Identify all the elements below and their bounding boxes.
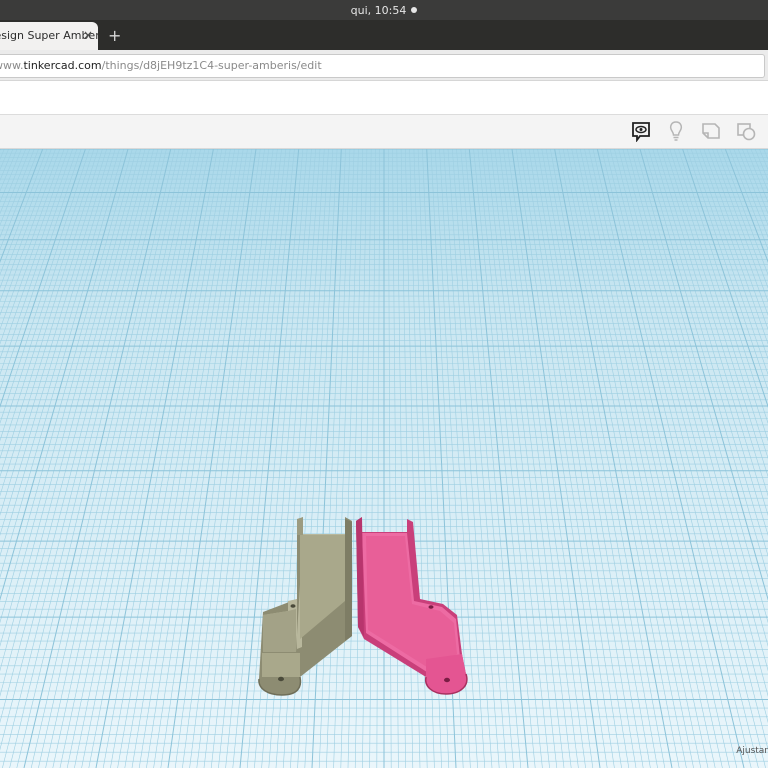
comment-eye-icon[interactable] <box>630 120 652 143</box>
tab-design[interactable]: Design Super Amberis × <box>0 22 98 50</box>
tab-close-icon[interactable]: × <box>83 28 93 42</box>
recording-dot-icon <box>411 7 418 13</box>
lightbulb-icon[interactable] <box>665 120 687 142</box>
system-top-bar: qui, 10:54 <box>0 0 768 20</box>
clock[interactable]: qui, 10:54 <box>351 4 407 17</box>
fit-view-hint[interactable]: Ajustar <box>736 746 768 756</box>
address-bar-area: www.tinkercad.com/things/d8jEH9tz1C4-sup… <box>0 50 768 81</box>
workplane-canvas[interactable]: Ajustar <box>0 149 768 768</box>
shape-note-icon[interactable] <box>700 120 722 142</box>
url-input[interactable]: www.tinkercad.com/things/d8jEH9tz1C4-sup… <box>0 54 765 78</box>
url-host: tinkercad.com <box>23 59 102 72</box>
url-path: /things/d8jEH9tz1C4-super-amberis/edit <box>101 59 322 72</box>
view-toolbar <box>0 115 768 149</box>
browser-tab-strip: Design Super Amberis × + <box>0 20 768 50</box>
group-icon[interactable] <box>735 120 757 142</box>
url-prefix: www. <box>0 59 24 72</box>
new-tab-button[interactable]: + <box>108 26 121 45</box>
app-header <box>0 81 768 115</box>
workplane-grid <box>0 149 768 768</box>
